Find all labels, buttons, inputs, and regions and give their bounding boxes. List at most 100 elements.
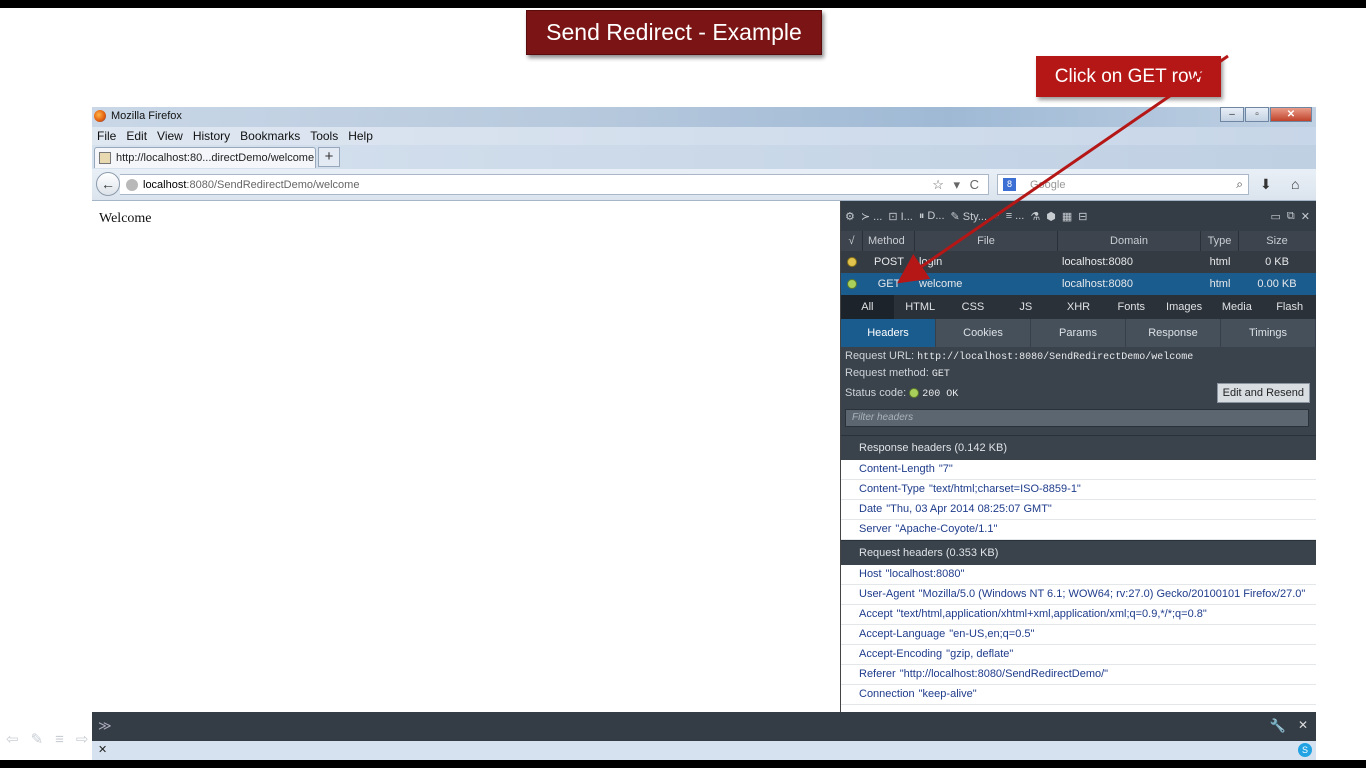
search-icon[interactable]: ⌕ [1236, 177, 1243, 192]
back-button[interactable]: ← [96, 172, 120, 196]
menu-help[interactable]: Help [343, 129, 378, 143]
network-tab[interactable]: ≡ ... [1006, 210, 1025, 222]
firefox-logo-icon [94, 110, 106, 122]
url-path: :8080/SendRedirectDemo/welcome [186, 178, 360, 191]
header-value: "en-US,en;q=0.5" [949, 628, 1035, 640]
profiler-tab[interactable]: ◔ [993, 210, 1000, 222]
request-domain: localhost:8080 [1062, 256, 1133, 268]
tab-cookies[interactable]: Cookies [936, 319, 1031, 347]
column-domain[interactable]: Domain [1058, 231, 1201, 251]
url-bar[interactable]: localhost :8080/SendRedirectDemo/welcome… [120, 174, 989, 195]
menu-tools[interactable]: Tools [305, 129, 343, 143]
column-status[interactable]: √ [841, 231, 863, 251]
filter-media[interactable]: Media [1210, 295, 1263, 319]
request-method-label: Request method: [845, 367, 929, 379]
console-tab[interactable]: ≻ ... [861, 210, 882, 223]
filter-fonts[interactable]: Fonts [1105, 295, 1158, 319]
header-name: Accept-Language [859, 628, 946, 640]
responsive-icon[interactable]: ▦ [1062, 210, 1072, 223]
tab-params[interactable]: Params [1031, 319, 1126, 347]
filter-html[interactable]: HTML [894, 295, 947, 319]
filter-flash[interactable]: Flash [1263, 295, 1316, 319]
slide-title: Send Redirect - Example [526, 10, 822, 55]
request-url-value: http://localhost:8080/SendRedirectDemo/w… [917, 352, 1194, 363]
scratchpad-icon[interactable]: ⚗ [1030, 210, 1040, 223]
request-headers-title[interactable]: Request headers (0.353 KB) [841, 540, 1316, 565]
style-editor-tab[interactable]: ✎ Sty... [951, 210, 988, 223]
menu-bar: File Edit View History Bookmarks Tools H… [92, 127, 1316, 145]
status-code-label: Status code: [845, 387, 907, 399]
tab-headers[interactable]: Headers [841, 319, 936, 347]
column-size[interactable]: Size [1239, 231, 1315, 251]
header-name: Accept-Encoding [859, 648, 943, 660]
tab-timings[interactable]: Timings [1221, 319, 1316, 347]
3d-view-icon[interactable]: ⬢ [1046, 210, 1056, 223]
title-bar: Mozilla Firefox – ▫ ✕ [92, 107, 1316, 127]
response-headers-title[interactable]: Response headers (0.142 KB) [841, 435, 1316, 460]
filter-images[interactable]: Images [1158, 295, 1211, 319]
filter-all[interactable]: All [841, 295, 894, 319]
search-input[interactable]: 8 Google ⌕ [997, 174, 1249, 195]
header-value: "gzip, deflate" [946, 648, 1014, 660]
close-toolbar-icon[interactable]: ✕ [1298, 718, 1308, 732]
request-row-get[interactable]: GET welcome localhost:8080 html 0.00 KB [841, 273, 1316, 295]
close-window-button[interactable]: ✕ [1270, 107, 1312, 122]
response-header-row: Content-Length "7" [841, 460, 1316, 480]
filter-css[interactable]: CSS [947, 295, 1000, 319]
header-value: "text/html,application/xhtml+xml,applica… [896, 608, 1207, 620]
tab-response[interactable]: Response [1126, 319, 1221, 347]
request-header-row: Connection "keep-alive" [841, 685, 1316, 705]
tab-bar: http://localhost:80...directDemo/welcome… [92, 145, 1316, 169]
menu-bookmarks[interactable]: Bookmarks [235, 129, 305, 143]
undock-icon[interactable]: ⧉ [1287, 210, 1295, 223]
bookmark-star-icon[interactable]: ☆ ▾ C [932, 177, 982, 193]
tab-welcome[interactable]: http://localhost:80...directDemo/welcome [94, 147, 316, 168]
edit-and-resend-button[interactable]: Edit and Resend [1216, 383, 1310, 403]
debugger-tab[interactable]: ⏸ D... [919, 210, 945, 223]
response-header-row: Content-Type "text/html;charset=ISO-8859-… [841, 480, 1316, 500]
download-icon[interactable]: ⬇ [1260, 176, 1272, 193]
menu-file[interactable]: File [92, 129, 121, 143]
request-summary: Request URL: http://localhost:8080/SendR… [841, 347, 1316, 435]
header-name: Date [859, 503, 883, 515]
welcome-text: Welcome [99, 211, 152, 226]
request-header-row: Host "localhost:8080" [841, 565, 1316, 585]
column-file[interactable]: File [915, 231, 1058, 251]
request-method-value: GET [931, 369, 950, 380]
column-method[interactable]: Method [863, 231, 915, 251]
addon-bar: ✕ S [92, 741, 1316, 760]
wrench-icon[interactable]: 🔧 [1270, 718, 1286, 734]
close-devtools-icon[interactable]: ✕ [1301, 210, 1310, 223]
url-host: localhost [143, 178, 187, 191]
firefox-window: Mozilla Firefox – ▫ ✕ File Edit View His… [92, 107, 1316, 760]
request-size: 0 KB [1265, 256, 1289, 268]
request-row-post[interactable]: POST login localhost:8080 html 0 KB [841, 251, 1316, 273]
menu-view[interactable]: View [152, 129, 188, 143]
skype-icon[interactable]: S [1298, 743, 1312, 757]
request-type: html [1209, 256, 1231, 268]
split-console-icon[interactable]: ⊟ [1078, 210, 1087, 223]
google-icon[interactable]: 8 [1003, 178, 1016, 191]
dock-icon[interactable]: ▭ [1271, 210, 1281, 223]
inspector-tab[interactable]: ⊡ I... [888, 210, 913, 223]
header-name: Server [859, 523, 892, 535]
settings-icon[interactable]: ⚙ [845, 210, 855, 223]
filter-headers-input[interactable]: Filter headers [845, 409, 1309, 427]
header-name: Referer [859, 668, 896, 680]
home-icon[interactable]: ⌂ [1291, 176, 1299, 192]
developer-toolbar: ≫ 🔧 ✕ [92, 712, 1316, 741]
page-favicon-icon [99, 152, 111, 164]
menu-history[interactable]: History [188, 129, 235, 143]
filter-js[interactable]: JS [999, 295, 1052, 319]
request-header-row: Accept-Language "en-US,en;q=0.5" [841, 625, 1316, 645]
column-type[interactable]: Type [1201, 231, 1239, 251]
slide-navigation-controls: ⇦✎≡⇨ [6, 731, 101, 748]
status-code-value: 200 OK [922, 389, 959, 400]
new-tab-button[interactable]: + [318, 147, 340, 167]
menu-edit[interactable]: Edit [121, 129, 152, 143]
header-name: Content-Length [859, 463, 935, 475]
minimize-button[interactable]: – [1220, 107, 1244, 122]
maximize-button[interactable]: ▫ [1245, 107, 1269, 122]
type-filter-bar: All HTML CSS JS XHR Fonts Images Media F… [841, 295, 1316, 319]
filter-xhr[interactable]: XHR [1052, 295, 1105, 319]
